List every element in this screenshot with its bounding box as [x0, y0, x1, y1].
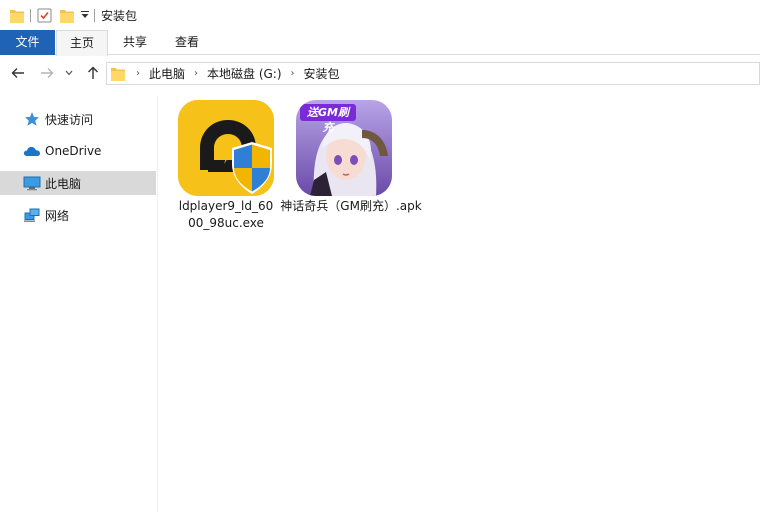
window-title: 安装包	[101, 8, 138, 23]
sidebar-item-label: 快速访问	[45, 112, 94, 127]
sidebar-item-this-pc[interactable]: 此电脑	[0, 171, 156, 195]
tab-file[interactable]: 文件	[0, 30, 55, 55]
customize-toolbar-icon[interactable]	[80, 9, 90, 21]
toolbar-separator	[30, 8, 31, 22]
up-button[interactable]	[84, 64, 102, 82]
file-item[interactable]: 送GM刷充 神话奇兵（GM刷充）.apk	[278, 96, 422, 236]
sidebar-item-network[interactable]: 网络	[0, 203, 156, 227]
address-bar[interactable]: › 此电脑 › 本地磁盘 (G:) › 安装包	[106, 62, 760, 85]
chevron-down-icon	[65, 70, 73, 76]
breadcrumb-chevron-icon[interactable]: ›	[131, 68, 145, 79]
folder-icon[interactable]	[10, 8, 24, 23]
file-name-line: 00_98uc.exe	[188, 216, 264, 230]
monitor-icon	[23, 175, 41, 191]
folder-icon	[111, 66, 125, 81]
new-folder-icon[interactable]	[60, 8, 75, 23]
breadcrumb-this-pc[interactable]: 此电脑	[149, 65, 185, 82]
sidebar-item-quick-access[interactable]: 快速访问	[0, 107, 156, 131]
game-apk-icon: 送GM刷充	[296, 100, 392, 196]
breadcrumb-chevron-icon[interactable]: ›	[189, 68, 203, 79]
file-name: 神话奇兵（GM刷充）.apk	[280, 199, 422, 213]
sidebar-item-label: OneDrive	[45, 144, 102, 158]
cloud-icon	[23, 143, 41, 159]
tab-home[interactable]: 主页	[56, 30, 108, 56]
file-name-line: ldplayer9_ld_60	[178, 199, 274, 213]
icon-badge-text: 送GM刷充	[307, 106, 349, 134]
file-name: ldplayer9_ld_60 00_98uc.exe	[168, 198, 284, 232]
sidebar-item-label: 网络	[45, 208, 70, 223]
ribbon-tabs: 文件 主页 共享 查看	[0, 30, 760, 56]
breadcrumb-local-disk[interactable]: 本地磁盘 (G:)	[207, 65, 282, 82]
breadcrumb-current-folder[interactable]: 安装包	[304, 65, 340, 82]
quick-access-toolbar	[10, 8, 101, 23]
recent-locations-button[interactable]	[63, 64, 75, 82]
back-button[interactable]	[9, 64, 27, 82]
star-icon	[23, 111, 41, 127]
tab-view[interactable]: 查看	[162, 30, 212, 55]
navigation-pane: 快速访问 OneDrive 此电脑 网络	[0, 96, 158, 512]
back-arrow-icon	[11, 68, 24, 78]
tab-share[interactable]: 共享	[110, 30, 160, 55]
file-item[interactable]: ldplayer9_ld_60 00_98uc.exe	[160, 96, 274, 236]
forward-arrow-icon	[41, 68, 54, 78]
toolbar-separator	[94, 8, 95, 22]
up-arrow-icon	[88, 66, 98, 79]
navigation-bar: › 此电脑 › 本地磁盘 (G:) › 安装包	[0, 56, 760, 90]
title-bar: 安装包	[0, 0, 760, 30]
network-icon	[23, 207, 41, 223]
properties-icon[interactable]	[37, 8, 52, 23]
sidebar-item-label: 此电脑	[45, 176, 82, 191]
breadcrumb-chevron-icon[interactable]: ›	[286, 68, 300, 79]
ldplayer-icon	[178, 100, 274, 196]
file-list: ldplayer9_ld_60 00_98uc.exe 送GM刷充 神话奇兵（G…	[160, 96, 760, 512]
sidebar-item-onedrive[interactable]: OneDrive	[0, 139, 156, 163]
forward-button[interactable]	[38, 64, 56, 82]
